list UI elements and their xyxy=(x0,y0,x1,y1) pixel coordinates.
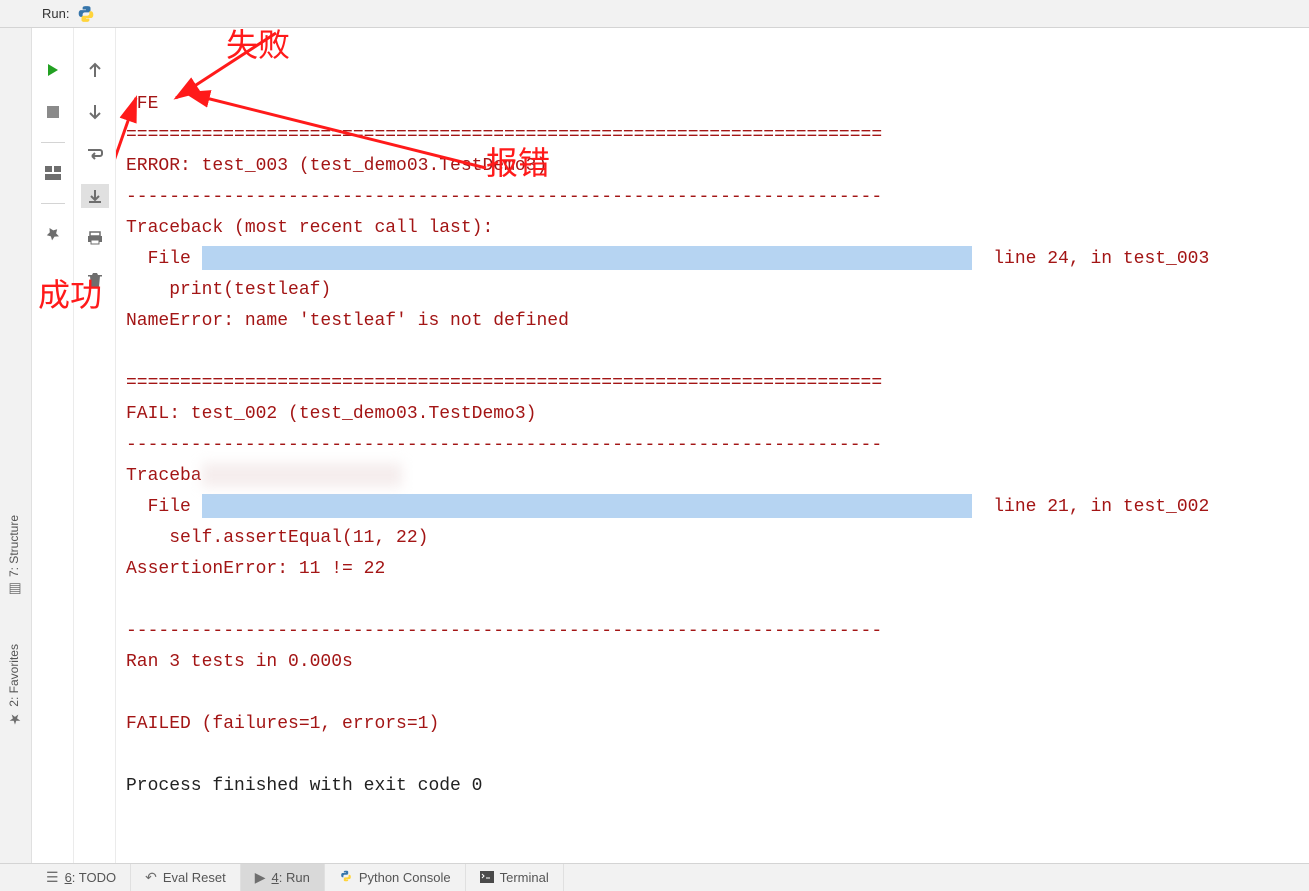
output-traceback: Traceback (most recent call last): xyxy=(126,218,493,238)
run-label: Run: xyxy=(42,6,69,21)
output-print: print(testleaf) xyxy=(126,280,331,300)
output-sep: ----------------------------------------… xyxy=(126,435,882,455)
scroll-to-end-button[interactable] xyxy=(81,184,109,208)
file-path-redacted xyxy=(202,494,972,518)
terminal-icon xyxy=(480,870,494,886)
run-header: Run: xyxy=(0,0,1309,28)
undo-icon: ↶ xyxy=(145,869,157,886)
file-path-redacted xyxy=(202,246,972,270)
structure-icon: ▤ xyxy=(6,581,22,597)
tab-run[interactable]: ▶ 4: Run xyxy=(241,864,325,891)
soft-wrap-button[interactable] xyxy=(81,142,109,166)
pyconsole-label: Python Console xyxy=(359,870,451,885)
output-process: Process finished with exit code 0 xyxy=(126,776,482,796)
output-error-header: ERROR: test_003 (test_demo03.TestDemo3) xyxy=(126,156,547,176)
redacted-block xyxy=(202,463,402,487)
structure-label: 7: Structure xyxy=(7,515,21,577)
output-sep: ========================================… xyxy=(126,125,882,145)
stop-button[interactable] xyxy=(39,100,67,124)
pin-button[interactable] xyxy=(39,222,67,246)
output-sep: ========================================… xyxy=(126,373,882,393)
print-button[interactable] xyxy=(81,226,109,250)
output-fe: .FE xyxy=(126,94,158,114)
run-left-toolbar xyxy=(32,28,74,863)
output-assert-error: AssertionError: 11 != 22 xyxy=(126,559,385,579)
bottom-tool-tabs: ☰ 6: TODO ↶ Eval Reset ▶ 4: Run Python C… xyxy=(0,863,1309,891)
tab-todo[interactable]: ☰ 6: TODO xyxy=(32,864,131,891)
eval-label: Eval Reset xyxy=(163,870,226,885)
output-nameerror: NameError: name 'testleaf' is not define… xyxy=(126,311,569,331)
annotation-fail: 失败 xyxy=(226,30,290,61)
output-lineinfo: line 24, in test_003 xyxy=(972,249,1210,269)
output-traceback: Traceba xyxy=(126,466,202,486)
down-arrow-button[interactable] xyxy=(81,100,109,124)
tab-python-console[interactable]: Python Console xyxy=(325,864,466,891)
output-ran: Ran 3 tests in 0.000s xyxy=(126,652,353,672)
up-arrow-button[interactable] xyxy=(81,58,109,82)
output-file: File xyxy=(126,249,202,269)
tool-window-sidebar: ▤ 7: Structure ★ 2: Favorites xyxy=(0,28,32,863)
arrow-to-fe-1 xyxy=(156,28,286,108)
console-output[interactable]: .FE ====================================… xyxy=(116,28,1309,863)
todo-label: 6: TODO xyxy=(65,870,117,885)
output-assert: self.assertEqual(11, 22) xyxy=(126,528,428,548)
favorites-label: 2: Favorites xyxy=(7,644,21,707)
star-icon: ★ xyxy=(6,711,22,727)
separator xyxy=(41,203,65,204)
run-nav-toolbar xyxy=(74,28,116,863)
separator xyxy=(41,142,65,143)
output-file: File xyxy=(126,497,202,517)
tab-eval-reset[interactable]: ↶ Eval Reset xyxy=(131,864,241,891)
python-console-icon xyxy=(339,869,353,886)
run-tab-label: 4: Run xyxy=(272,870,310,885)
clear-button[interactable] xyxy=(81,268,109,292)
sidebar-tab-favorites[interactable]: ★ 2: Favorites xyxy=(0,638,28,733)
output-sep: ----------------------------------------… xyxy=(126,621,882,641)
rerun-button[interactable] xyxy=(39,58,67,82)
output-sep: ----------------------------------------… xyxy=(126,187,882,207)
todo-icon: ☰ xyxy=(46,869,59,886)
terminal-label: Terminal xyxy=(500,870,549,885)
python-icon xyxy=(77,5,95,23)
play-icon: ▶ xyxy=(255,869,266,886)
layout-button[interactable] xyxy=(39,161,67,185)
output-fail-header: FAIL: test_002 (test_demo03.TestDemo3) xyxy=(126,404,536,424)
sidebar-tab-structure[interactable]: ▤ 7: Structure xyxy=(0,509,28,603)
tab-terminal[interactable]: Terminal xyxy=(466,864,564,891)
output-failed: FAILED (failures=1, errors=1) xyxy=(126,714,439,734)
output-lineinfo: line 21, in test_002 xyxy=(972,497,1210,517)
